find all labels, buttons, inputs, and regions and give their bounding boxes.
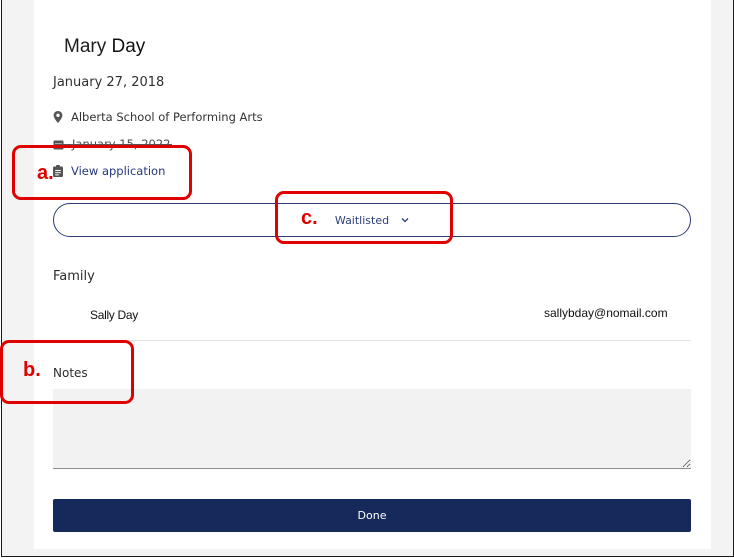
- applicant-first-name: Mary: [64, 36, 107, 57]
- family-member-name: Sally Day: [90, 308, 138, 322]
- callout-b-label: b.: [23, 359, 41, 381]
- callout-a-label: a.: [37, 162, 54, 184]
- callout-b-box: [0, 340, 134, 404]
- location-pin-icon: [53, 111, 63, 123]
- family-member-email: sallybday@nomail.com: [544, 306, 668, 320]
- family-heading: Family: [53, 269, 95, 284]
- callout-c-label: c.: [301, 207, 318, 229]
- applicant-last-name: Day: [111, 36, 146, 57]
- family-divider: [53, 340, 691, 341]
- school-row: Alberta School of Performing Arts: [53, 110, 263, 124]
- notes-textarea[interactable]: [53, 389, 691, 469]
- done-button[interactable]: Done: [53, 499, 691, 532]
- applicant-date: January 27, 2018: [53, 75, 165, 90]
- school-name: Alberta School of Performing Arts: [71, 110, 263, 124]
- applicant-name: Mary Day: [64, 36, 145, 58]
